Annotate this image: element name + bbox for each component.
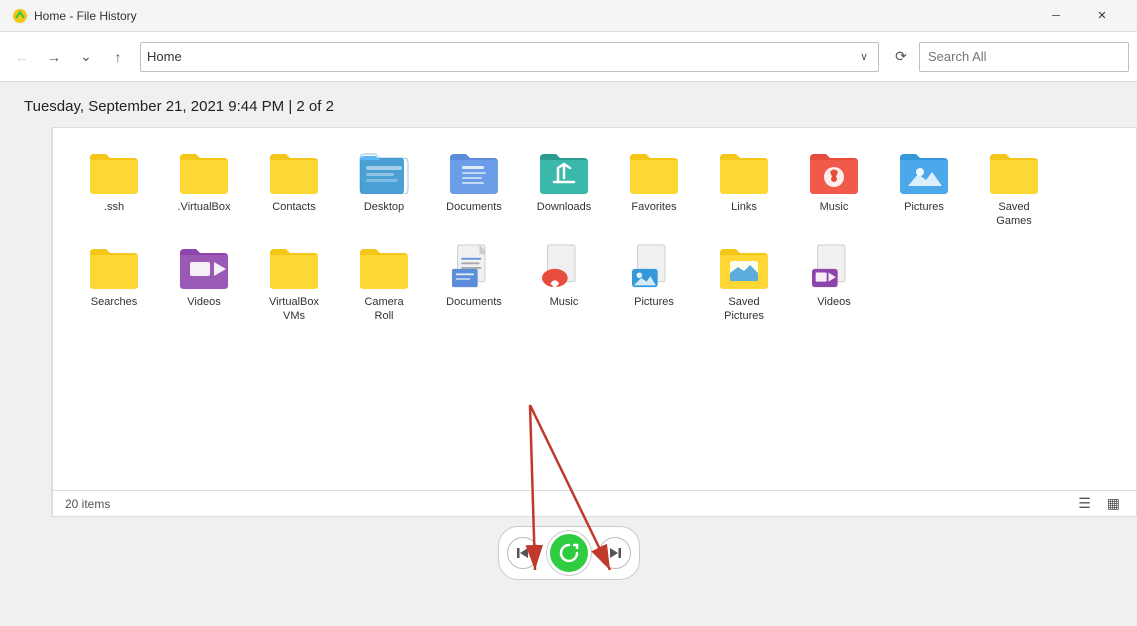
prev-button[interactable] [507,537,539,569]
back-button[interactable]: ← [8,43,36,71]
file-icon-ssh [88,148,140,196]
grid-view-button[interactable]: ▦ [1103,493,1124,514]
address-input[interactable] [147,49,856,64]
forward-button[interactable]: → [40,43,68,71]
status-bar: 20 items ☰ ▦ [53,490,1136,516]
file-label-music2: Music [550,295,579,309]
file-icon-music [808,148,860,196]
file-item-virtualbox[interactable]: .VirtualBox [159,140,249,235]
file-icon-documents [448,148,500,196]
content-area: .ssh .VirtualBox Contacts Desktop Docume… [0,127,1137,517]
playback-controls [498,526,640,580]
next-button[interactable] [599,537,631,569]
file-label-pictures2: Pictures [634,295,674,309]
file-icon-videos2 [808,243,860,291]
file-item-saved-pics[interactable]: Saved Pictures [699,235,789,330]
file-item-music2[interactable]: Music [519,235,609,330]
file-label-documents: Documents [446,200,502,214]
file-item-saved-games[interactable]: Saved Games [969,140,1059,235]
file-label-vbox-vms: VirtualBox VMs [269,295,319,324]
recent-locations-button[interactable]: ⌄ [72,43,100,71]
view-controls: ☰ ▦ [1074,493,1124,514]
file-item-music[interactable]: Music [789,140,879,235]
address-dropdown-arrow[interactable]: ∨ [860,50,868,63]
file-icon-virtualbox [178,148,230,196]
list-view-button[interactable]: ☰ [1074,493,1095,514]
refresh-button[interactable]: ⟳ [887,43,915,71]
date-text: Tuesday, September 21, 2021 9:44 PM | 2 … [24,98,334,115]
file-label-videos2: Videos [817,295,850,309]
file-label-documents2: Documents [446,295,502,309]
file-item-documents2[interactable]: Documents [429,235,519,330]
file-label-searches: Searches [91,295,137,309]
file-label-contacts: Contacts [272,200,315,214]
address-bar[interactable]: ∨ [140,42,879,72]
file-item-camera-roll[interactable]: Camera Roll [339,235,429,330]
minimize-button[interactable]: ─ [1033,0,1079,32]
file-label-videos: Videos [187,295,220,309]
file-label-saved-pics: Saved Pictures [724,295,764,324]
file-item-pictures[interactable]: Pictures [879,140,969,235]
nav-bar: ← → ⌄ ↑ ∨ ⟳ [0,32,1137,82]
file-item-pictures2[interactable]: Pictures [609,235,699,330]
file-label-ssh: .ssh [104,200,124,214]
file-icon-contacts [268,148,320,196]
file-item-downloads[interactable]: Downloads [519,140,609,235]
file-icon-videos [178,243,230,291]
search-input[interactable] [919,42,1129,72]
file-icon-music2 [538,243,590,291]
file-item-favorites[interactable]: Favorites [609,140,699,235]
file-icon-desktop [358,148,410,196]
file-label-virtualbox: .VirtualBox [178,200,231,214]
left-panel [0,127,52,517]
file-icon-downloads [538,148,590,196]
close-button[interactable]: ✕ [1079,0,1125,32]
file-item-links[interactable]: Links [699,140,789,235]
file-label-camera-roll: Camera Roll [364,295,403,324]
file-icon-pictures [898,148,950,196]
title-bar: Home - File History ─ ✕ [0,0,1137,32]
file-item-vbox-vms[interactable]: VirtualBox VMs [249,235,339,330]
file-icon-saved-pics [718,243,770,291]
file-grid: .ssh .VirtualBox Contacts Desktop Docume… [53,128,1136,490]
file-label-pictures: Pictures [904,200,944,214]
window-title: Home - File History [34,9,1033,23]
file-label-downloads: Downloads [537,200,591,214]
file-item-videos[interactable]: Videos [159,235,249,330]
file-icon-links [718,148,770,196]
file-label-links: Links [731,200,757,214]
file-item-videos2[interactable]: Videos [789,235,879,330]
item-count: 20 items [65,497,110,511]
date-header: Tuesday, September 21, 2021 9:44 PM | 2 … [0,82,1137,127]
file-item-searches[interactable]: Searches [69,235,159,330]
file-icon-saved-games [988,148,1040,196]
app-icon [12,8,28,24]
file-icon-camera-roll [358,243,410,291]
bottom-nav [0,517,1137,589]
file-icon-pictures2 [628,243,680,291]
file-label-favorites: Favorites [631,200,676,214]
file-label-saved-games: Saved Games [996,200,1031,229]
restore-button[interactable] [547,531,591,575]
file-item-documents[interactable]: Documents [429,140,519,235]
window-controls: ─ ✕ [1033,0,1125,32]
file-item-ssh[interactable]: .ssh [69,140,159,235]
file-item-contacts[interactable]: Contacts [249,140,339,235]
file-label-desktop: Desktop [364,200,404,214]
up-button[interactable]: ↑ [104,43,132,71]
file-grid-container: .ssh .VirtualBox Contacts Desktop Docume… [52,127,1137,517]
file-label-music: Music [820,200,849,214]
file-item-desktop[interactable]: Desktop [339,140,429,235]
file-icon-favorites [628,148,680,196]
file-icon-vbox-vms [268,243,320,291]
file-icon-searches [88,243,140,291]
file-icon-documents2 [448,243,500,291]
